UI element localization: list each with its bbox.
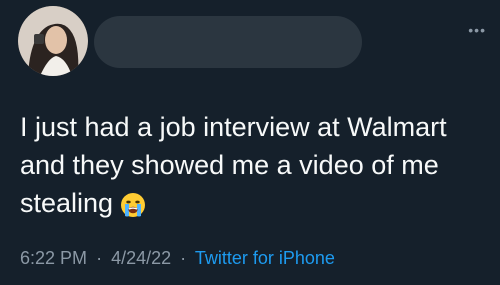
- tweet-date[interactable]: 4/24/22: [111, 248, 171, 268]
- tweet-text: I just had a job interview at Walmart an…: [20, 112, 447, 218]
- tweet-card: ••• I just had a job interview at Walmar…: [0, 0, 500, 285]
- meta-separator: ·: [180, 248, 187, 268]
- tweet-time[interactable]: 6:22 PM: [20, 248, 87, 268]
- more-options-icon[interactable]: •••: [468, 22, 486, 38]
- tweet-metadata: 6:22 PM · 4/24/22 · Twitter for iPhone: [20, 248, 335, 269]
- tweet-source-link[interactable]: Twitter for iPhone: [195, 248, 335, 268]
- tweet-body: I just had a job interview at Walmart an…: [20, 108, 490, 229]
- redacted-username: [94, 16, 362, 68]
- meta-separator: ·: [96, 248, 103, 268]
- avatar[interactable]: [18, 6, 88, 76]
- loudly-crying-face-icon: [119, 191, 147, 229]
- avatar-photo: [18, 6, 88, 76]
